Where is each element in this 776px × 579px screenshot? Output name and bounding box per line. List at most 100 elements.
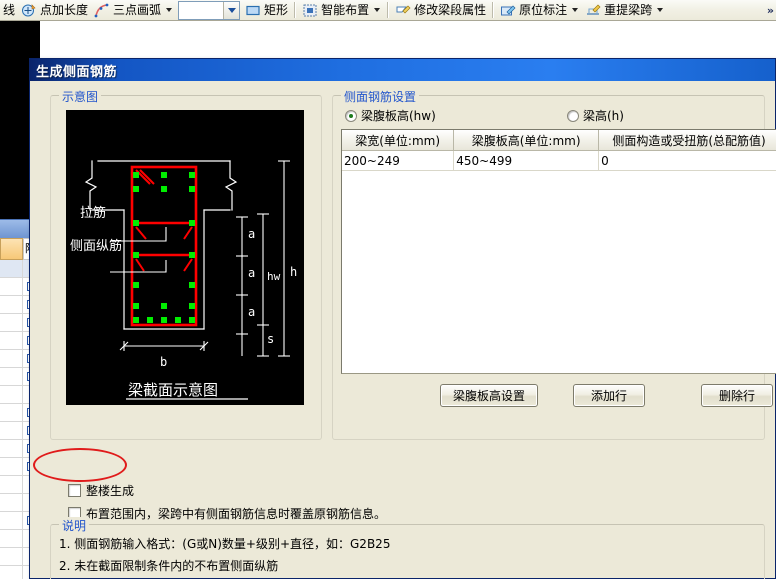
note-line-2: 2. 未在截面限制条件内的不布置侧面纵筋	[59, 559, 279, 573]
toolbar-item-line-label: 线	[3, 2, 16, 17]
background-grid-cell	[0, 530, 23, 547]
radio-beam-height-label: 梁高(h)	[583, 109, 624, 123]
checkbox-whole-building-label: 整楼生成	[86, 484, 135, 498]
toolbar-item-in-situ-annotation-label: 原位标注	[519, 2, 568, 17]
delete-row-button[interactable]: 删除行	[701, 384, 773, 407]
generate-side-rebar-dialog: 生成侧面钢筋 示意图 a a a hw s h b 拉筋 侧面纵筋 梁截面示意图…	[29, 58, 776, 579]
toolbar-separator	[492, 2, 495, 18]
rectangle-icon	[245, 3, 261, 18]
dialog-title: 生成侧面钢筋	[36, 64, 118, 80]
toolbar-separator	[387, 2, 390, 18]
notes-groupbox: 说明 1. 侧面钢筋输入格式：(G或N)数量+级别+直径，如：G2B25 2. …	[50, 517, 765, 579]
table-header-web-height: 梁腹板高(单位:mm)	[454, 130, 600, 151]
svg-text:hw: hw	[267, 270, 281, 283]
beam-section-svg: a a a hw s h b 拉筋 侧面纵筋 梁截面示意图	[66, 110, 304, 405]
toolbar-item-three-point-arc[interactable]: 三点画弧	[91, 1, 176, 20]
background-grid-cell	[0, 566, 23, 579]
web-height-setting-button[interactable]: 梁腹板高设置	[440, 384, 538, 407]
background-grid-cell	[0, 332, 23, 349]
schematic-groupbox: 示意图 a a a hw s h b 拉筋 侧面纵筋 梁截面示意图	[50, 88, 322, 440]
in-situ-annotation-icon	[500, 3, 516, 18]
svg-text:a: a	[248, 266, 255, 280]
toolbar-item-re-extract-beam-span-label: 重提梁跨	[604, 2, 653, 17]
background-grid-cell	[0, 386, 23, 403]
svg-text:s: s	[267, 332, 274, 346]
smart-layout-icon	[302, 3, 318, 18]
background-grid-cell	[0, 440, 23, 457]
toolbar-item-point-add-length[interactable]: 点加长度	[18, 1, 91, 20]
background-grid-cell	[0, 296, 23, 313]
chevron-down-icon	[227, 7, 236, 13]
note-line-1: 1. 侧面钢筋输入格式：(G或N)数量+级别+直径，如：G2B25	[59, 537, 391, 551]
cell-beam-width[interactable]: 200~249	[342, 151, 455, 171]
toolbar-item-rectangle[interactable]: 矩形	[242, 1, 291, 20]
table-header-row: 梁宽(单位:mm) 梁腹板高(单位:mm) 侧面构造或受扭筋(总配筋值)	[342, 130, 776, 151]
toolbar-combo[interactable]	[178, 0, 241, 20]
background-grid-cell	[0, 512, 23, 529]
re-extract-beam-span-icon	[585, 3, 601, 18]
schematic-side-longitudinal-label: 侧面纵筋	[70, 238, 122, 254]
toolbar-item-smart-layout[interactable]: 智能布置	[299, 1, 384, 20]
background-grid-cell	[0, 458, 23, 475]
table-header-side-rebar: 侧面构造或受扭筋(总配筋值)	[599, 130, 776, 151]
toolbar-separator	[294, 2, 297, 18]
table-row[interactable]: 200~249 450~499 0	[342, 151, 776, 171]
chevron-down-icon[interactable]	[657, 8, 664, 12]
background-grid-cell	[0, 350, 23, 367]
table-action-buttons: 梁腹板高设置 添加行 删除行	[333, 384, 773, 414]
svg-text:h: h	[290, 265, 297, 279]
dialog-title-bar[interactable]: 生成侧面钢筋	[30, 59, 775, 81]
toolbar-item-in-situ-annotation[interactable]: 原位标注	[497, 1, 582, 20]
svg-text:a: a	[248, 305, 255, 319]
toolbar-item-smart-layout-label: 智能布置	[321, 2, 370, 17]
background-grid-cell	[0, 494, 23, 511]
edit-beam-segment-icon	[395, 3, 411, 18]
background-grid-cell	[0, 422, 23, 439]
radio-web-height-label: 梁腹板高(hw)	[361, 109, 436, 123]
toolbar-overflow-button[interactable]: »	[767, 4, 776, 17]
point-add-length-icon	[21, 3, 37, 18]
schematic-caption: 梁截面示意图	[128, 381, 218, 399]
toolbar-item-rectangle-label: 矩形	[264, 2, 289, 17]
background-grid-cell	[0, 404, 23, 421]
settings-legend: 侧面钢筋设置	[341, 88, 420, 105]
radio-unselected-icon	[567, 109, 579, 122]
toolbar-item-point-add-length-label: 点加长度	[40, 2, 89, 17]
side-rebar-settings-groupbox: 侧面钢筋设置 梁腹板高(hw) 梁高(h) 梁宽(单位:mm) 梁腹板高(单位:…	[332, 88, 776, 440]
cell-web-height[interactable]: 450~499	[454, 151, 600, 171]
checkbox-whole-building-box[interactable]	[68, 484, 81, 497]
svg-text:a: a	[248, 227, 255, 241]
main-toolbar: 线 点加长度 三点画弧 矩形 智能布置 修改梁段属性 原位标注 重提梁跨 »	[0, 0, 776, 21]
background-grid-cell	[0, 368, 23, 385]
background-grid-cell	[0, 548, 23, 565]
toolbar-item-edit-beam-segment-label: 修改梁段属性	[414, 2, 487, 17]
table-header-beam-width: 梁宽(单位:mm)	[342, 130, 455, 151]
dialog-body: 示意图 a a a hw s h b 拉筋 侧面纵筋 梁截面示意图 侧面钢筋设置…	[30, 81, 776, 579]
checkbox-override-existing-label: 布置范围内，梁跨中有侧面钢筋信息时覆盖原钢筋信息。	[86, 507, 387, 521]
cell-side-rebar[interactable]: 0	[599, 151, 776, 171]
side-rebar-table[interactable]: 梁宽(单位:mm) 梁腹板高(单位:mm) 侧面构造或受扭筋(总配筋值) 200…	[341, 129, 776, 374]
notes-legend: 说明	[59, 517, 90, 534]
toolbar-combo-value	[179, 2, 223, 19]
toolbar-item-line[interactable]: 线	[0, 1, 18, 20]
height-basis-radio-group: 梁腹板高(hw) 梁高(h)	[345, 106, 755, 126]
schematic-tie-bar-label: 拉筋	[80, 205, 106, 221]
background-grid-cell	[0, 476, 23, 493]
add-row-button[interactable]: 添加行	[573, 384, 645, 407]
toolbar-item-three-point-arc-label: 三点画弧	[113, 2, 162, 17]
radio-web-height[interactable]: 梁腹板高(hw)	[345, 107, 436, 124]
toolbar-combo-dropdown-button[interactable]	[223, 1, 240, 19]
toolbar-item-re-extract-beam-span[interactable]: 重提梁跨	[582, 1, 667, 20]
chevron-down-icon[interactable]	[572, 8, 579, 12]
chevron-down-icon[interactable]	[166, 8, 173, 12]
beam-section-diagram: a a a hw s h b 拉筋 侧面纵筋 梁截面示意图	[66, 110, 304, 405]
chevron-down-icon[interactable]	[374, 8, 381, 12]
schematic-legend: 示意图	[59, 88, 102, 105]
toolbar-item-edit-beam-segment[interactable]: 修改梁段属性	[392, 1, 489, 20]
schematic-width-label: b	[160, 355, 167, 369]
checkbox-whole-building[interactable]: 整楼生成	[68, 482, 134, 499]
radio-selected-icon	[345, 109, 357, 122]
background-grid-corner-header	[0, 238, 23, 260]
radio-beam-height[interactable]: 梁高(h)	[567, 107, 624, 124]
checkbox-override-existing[interactable]: 布置范围内，梁跨中有侧面钢筋信息时覆盖原钢筋信息。	[68, 505, 386, 522]
